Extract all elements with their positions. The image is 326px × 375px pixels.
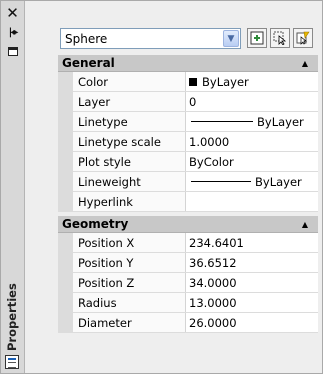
auto-hide-icon[interactable]: |◂▸ [6,26,19,39]
property-row-diameter[interactable]: Diameter 26.0000 [58,313,318,333]
property-value[interactable]: 26.0000 [186,313,318,332]
property-value[interactable]: ByLayer [186,172,318,191]
object-type-dropdown[interactable]: Sphere ▼ [60,28,241,49]
quick-select-button[interactable] [293,28,313,48]
property-row-position-x[interactable]: Position X 234.6401 [58,233,318,253]
palette-properties-icon[interactable] [5,355,19,369]
property-row-hyperlink[interactable]: Hyperlink [58,192,318,212]
property-value[interactable]: ByLayer [186,72,318,91]
property-name: Position Z [73,273,186,292]
property-row-radius[interactable]: Radius 13.0000 [58,293,318,313]
properties-palette: ✕ |◂▸ Properties Sphere ▼ General ▲ Colo… [0,0,323,374]
property-value[interactable]: 1.0000 [186,132,318,151]
property-name: Plot style [73,152,186,171]
property-row-linetype[interactable]: Linetype ByLayer [58,112,318,132]
property-name: Color [73,72,186,91]
chevron-down-icon[interactable]: ▼ [223,30,239,47]
property-value[interactable]: 34.0000 [186,273,318,292]
select-objects-icon [273,31,287,45]
property-name: Radius [73,293,186,312]
property-grid: General ▲ Color ByLayer Layer 0 Linetype… [58,55,318,333]
property-name: Position Y [73,253,186,272]
property-row-position-z[interactable]: Position Z 34.0000 [58,273,318,293]
linetype-value: ByLayer [257,114,304,129]
lineweight-value: ByLayer [255,174,302,189]
color-value: ByLayer [202,74,249,89]
pickadd-icon [250,31,264,45]
lineweight-preview [191,181,251,182]
section-title: Geometry [62,217,129,231]
select-objects-button[interactable] [270,28,290,48]
property-name: Position X [73,233,186,252]
property-value[interactable]: 36.6512 [186,253,318,272]
quick-select-icon [296,31,310,45]
palette-title: Properties [5,283,19,351]
property-value[interactable]: 13.0000 [186,293,318,312]
linetype-preview [191,121,253,122]
collapse-arrow-icon[interactable]: ▲ [302,59,308,68]
property-row-linetype-scale[interactable]: Linetype scale 1.0000 [58,132,318,152]
property-name: Hyperlink [73,192,186,211]
property-row-plot-style[interactable]: Plot style ByColor [58,152,318,172]
property-row-color[interactable]: Color ByLayer [58,72,318,92]
property-name: Linetype [73,112,186,131]
property-value[interactable] [186,192,318,211]
close-icon[interactable]: ✕ [6,4,19,22]
section-general-header[interactable]: General ▲ [58,55,318,72]
property-row-layer[interactable]: Layer 0 [58,92,318,112]
toggle-pickadd-button[interactable] [247,28,267,48]
property-row-position-y[interactable]: Position Y 36.6512 [58,253,318,273]
property-value[interactable]: ByColor [186,152,318,171]
object-type-value: Sphere [65,31,108,46]
property-row-lineweight[interactable]: Lineweight ByLayer [58,172,318,192]
property-name: Linetype scale [73,132,186,151]
section-title: General [62,56,115,70]
collapse-arrow-icon[interactable]: ▲ [302,220,308,229]
properties-menu-icon[interactable] [6,45,19,58]
property-name: Diameter [73,313,186,332]
property-name: Layer [73,92,186,111]
property-value[interactable]: ByLayer [186,112,318,131]
property-value[interactable]: 234.6401 [186,233,318,252]
palette-title-strip[interactable]: ✕ |◂▸ Properties [1,1,25,373]
section-geometry-header[interactable]: Geometry ▲ [58,216,318,233]
property-value[interactable]: 0 [186,92,318,111]
property-name: Lineweight [73,172,186,191]
color-swatch-icon [189,77,197,86]
